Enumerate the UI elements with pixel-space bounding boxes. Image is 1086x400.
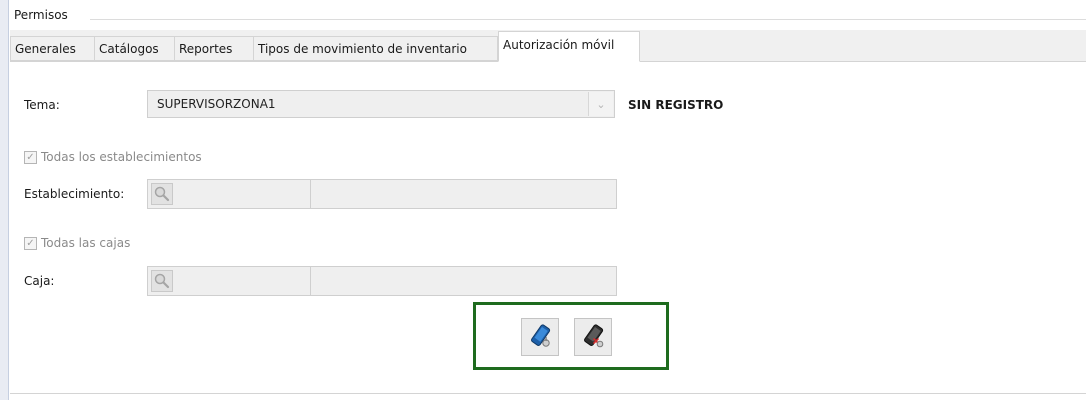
caja-lookup[interactable] [147,266,617,296]
tab-generales[interactable]: Generales [10,36,95,61]
search-icon[interactable] [151,183,173,205]
establecimiento-lookup[interactable] [147,179,617,209]
caja-label: Caja: [24,274,55,288]
search-icon[interactable] [151,270,173,292]
tab-catalogos[interactable]: Catálogos [94,36,175,61]
all-cajas-checkbox[interactable]: ✓ Todas las cajas [24,236,130,250]
tema-value: SUPERVISORZONA1 [157,97,276,111]
group-divider [90,19,1086,20]
establecimiento-label: Establecimiento: [24,187,125,201]
chevron-down-icon[interactable]: ⌄ [588,92,613,116]
group-title: Permisos [14,8,68,22]
authorize-mobile-button[interactable] [521,318,559,356]
all-establishments-label: Todas los establecimientos [41,150,202,164]
status-text: SIN REGISTRO [628,98,724,112]
tab-reportes[interactable]: Reportes [174,36,254,61]
tab-autorizacion-movil[interactable]: Autorización móvil [498,31,640,62]
all-establishments-checkbox[interactable]: ✓ Todas los establecimientos [24,150,202,164]
mobile-authorize-icon [527,323,553,352]
tema-combo[interactable]: SUPERVISORZONA1 ⌄ [147,90,615,118]
actions-highlight-frame [473,302,669,370]
all-cajas-label: Todas las cajas [41,236,131,250]
revoke-mobile-button[interactable] [574,318,612,356]
lookup-divider [310,267,311,295]
checkmark-icon: ✓ [24,150,37,164]
tema-label: Tema: [24,98,60,112]
tab-tipos-movimiento[interactable]: Tipos de movimiento de inventario [253,36,498,61]
window-left-edge [0,0,9,400]
checkmark-icon: ✓ [24,236,37,250]
lookup-divider [310,180,311,208]
mobile-revoke-icon [580,323,606,352]
